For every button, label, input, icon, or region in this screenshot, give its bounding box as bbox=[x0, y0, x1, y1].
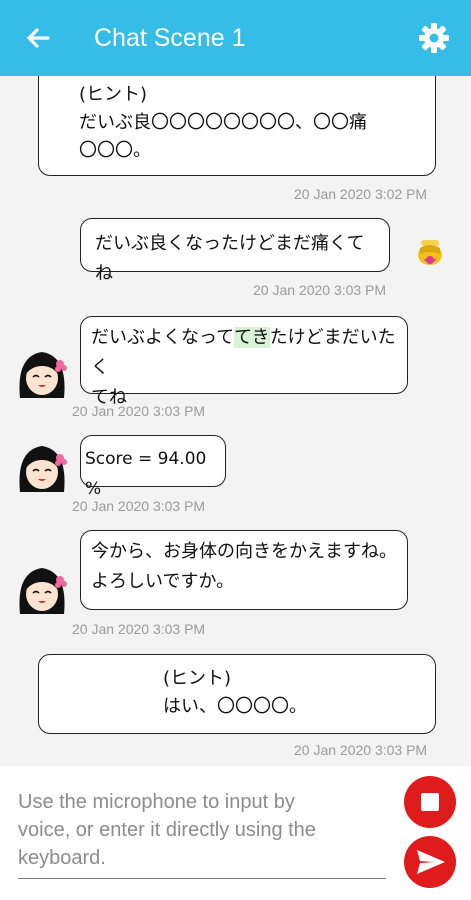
app-bar: Chat Scene 1 bbox=[0, 0, 471, 76]
score-text: Score = 94.00 % bbox=[85, 449, 207, 499]
send-icon bbox=[417, 850, 445, 874]
character-avatar-icon bbox=[19, 352, 67, 398]
input-placeholder: voice, or enter it directly using the bbox=[18, 819, 316, 841]
message-text: よろしいですか。 bbox=[91, 571, 235, 592]
bot-message-bubble: だいぶよくなっててきたけどまだいたく てね bbox=[80, 316, 408, 408]
user-message-bubble: だいぶ良くなったけどまだ痛くてね bbox=[80, 218, 390, 284]
message-text: だいぶよくなっててきたけどまだいたく bbox=[91, 327, 396, 378]
arrow-left-icon[interactable] bbox=[22, 22, 54, 54]
input-placeholder: Use the microphone to input by bbox=[18, 791, 295, 813]
message-timestamp: 20 Jan 2020 3:03 PM bbox=[72, 498, 206, 514]
gear-icon[interactable] bbox=[416, 20, 452, 56]
hint-line: 〇〇〇。 bbox=[79, 140, 151, 161]
message-timestamp: 20 Jan 2020 3:02 PM bbox=[294, 186, 428, 202]
hint-label: (ヒント) bbox=[163, 668, 232, 689]
message-input[interactable]: Use the microphone to input by voice, or… bbox=[18, 788, 386, 879]
stop-button[interactable] bbox=[404, 776, 456, 828]
chat-area[interactable]: (ヒント) だいぶ良〇〇〇〇〇〇〇〇、〇〇痛 〇〇〇。 20 Jan 2020 … bbox=[0, 76, 471, 766]
message-text: だいぶ良くなったけどまだ痛くてね bbox=[95, 233, 365, 284]
hint-label: (ヒント) bbox=[79, 84, 148, 105]
hint-bubble: (ヒント) はい、〇〇〇〇。 bbox=[38, 654, 436, 734]
send-button[interactable] bbox=[404, 836, 456, 888]
message-timestamp: 20 Jan 2020 3:03 PM bbox=[72, 403, 206, 419]
message-timestamp: 20 Jan 2020 3:03 PM bbox=[294, 742, 428, 758]
message-text: 今から、お身体の向きをかえますね。 bbox=[91, 541, 397, 562]
character-avatar-icon bbox=[19, 568, 67, 614]
hint-line: はい、〇〇〇〇。 bbox=[163, 696, 307, 717]
input-placeholder: keyboard. bbox=[18, 847, 106, 869]
bot-message-bubble: Score = 94.00 % bbox=[80, 435, 226, 499]
honey-pot-icon bbox=[418, 240, 442, 265]
character-avatar-icon bbox=[19, 446, 67, 492]
hint-bubble: (ヒント) だいぶ良〇〇〇〇〇〇〇〇、〇〇痛 〇〇〇。 bbox=[38, 76, 436, 176]
bot-message-bubble: 今から、お身体の向きをかえますね。 よろしいですか。 bbox=[80, 530, 408, 610]
message-timestamp: 20 Jan 2020 3:03 PM bbox=[72, 621, 206, 637]
page-title: Chat Scene 1 bbox=[94, 24, 246, 52]
highlighted-text: てき bbox=[234, 327, 270, 348]
stop-icon bbox=[421, 793, 439, 811]
hint-line: だいぶ良〇〇〇〇〇〇〇〇、〇〇痛 bbox=[79, 112, 367, 133]
input-bar: Use the microphone to input by voice, or… bbox=[0, 766, 471, 900]
message-timestamp: 20 Jan 2020 3:03 PM bbox=[253, 282, 387, 298]
